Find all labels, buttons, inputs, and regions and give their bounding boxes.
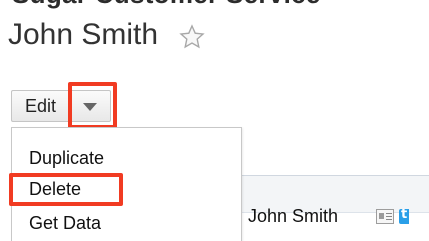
favorite-star-icon[interactable]	[179, 24, 205, 50]
edit-button-label: Edit	[24, 95, 57, 116]
top-clipped-text: Sugar Customer Service	[12, 0, 321, 10]
dropdown-toggle-highlight	[68, 82, 117, 129]
delete-highlight	[9, 173, 123, 206]
twitter-icon[interactable]	[399, 209, 409, 224]
edit-button[interactable]: Edit	[11, 90, 69, 122]
menu-item-duplicate[interactable]: Duplicate	[29, 148, 104, 169]
record-title: John Smith	[8, 18, 159, 51]
menu-item-get-data[interactable]: Get Data	[29, 213, 101, 234]
vcard-icon[interactable]	[376, 209, 394, 224]
table-row-name[interactable]: John Smith	[248, 206, 338, 227]
record-header: Sugar Customer Service John Smith	[0, 0, 429, 60]
